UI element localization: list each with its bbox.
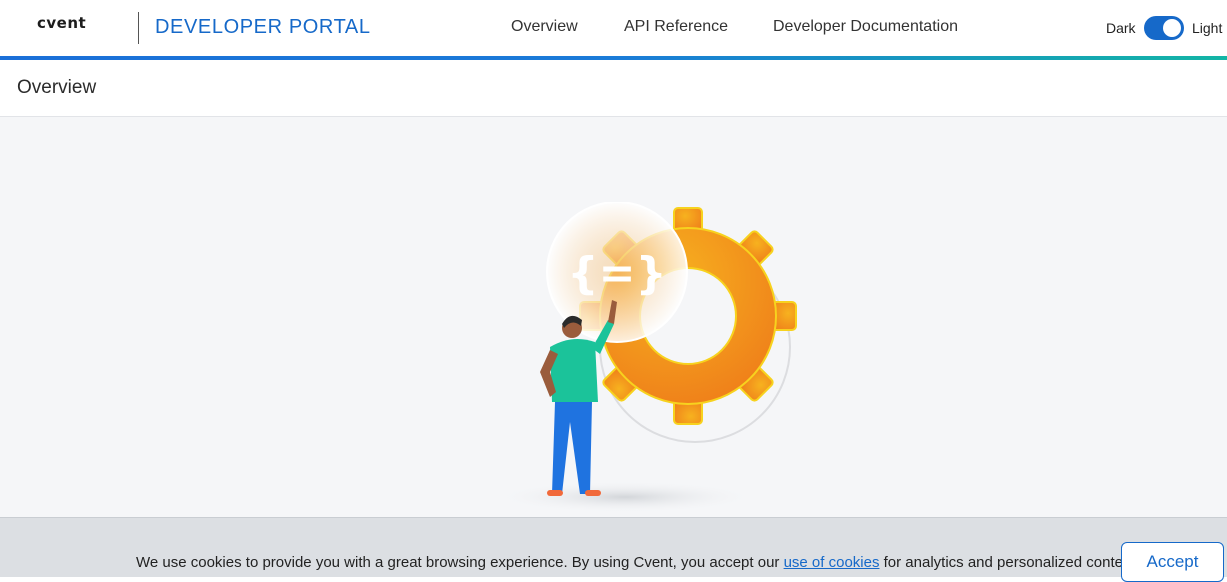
person-figure <box>540 300 617 496</box>
cookie-message: We use cookies to provide you with a gre… <box>136 554 1140 571</box>
theme-switch-knob <box>1163 19 1181 37</box>
theme-light-label: Light <box>1192 20 1223 36</box>
cookie-text-before: We use cookies to provide you with a gre… <box>136 554 784 571</box>
theme-switch[interactable] <box>1144 16 1184 40</box>
developer-illustration: {=} <box>495 202 797 513</box>
cvent-logo[interactable]: cvent <box>37 14 86 32</box>
ground-shadow <box>495 481 755 513</box>
page-title: Overview <box>17 77 97 98</box>
nav-link-overview[interactable]: Overview <box>511 18 578 36</box>
cookie-policy-link[interactable]: use of cookies <box>784 554 880 571</box>
accept-cookies-button[interactable]: Accept <box>1121 542 1224 582</box>
nav-link-developer-documentation[interactable]: Developer Documentation <box>773 18 958 36</box>
nav-link-api-reference[interactable]: API Reference <box>624 18 728 36</box>
top-navigation-bar: cvent DEVELOPER PORTAL Overview API Refe… <box>0 0 1227 56</box>
code-braces-icon: {=} <box>567 248 667 299</box>
cookie-banner: We use cookies to provide you with a gre… <box>0 517 1227 582</box>
logo-divider <box>138 12 139 44</box>
theme-dark-label: Dark <box>1106 20 1136 36</box>
portal-title[interactable]: DEVELOPER PORTAL <box>155 16 371 39</box>
cookie-text-after: for analytics and personalized content. <box>879 554 1140 571</box>
main-content: {=} <box>0 117 1227 517</box>
page-subheader: Overview <box>0 60 1227 117</box>
